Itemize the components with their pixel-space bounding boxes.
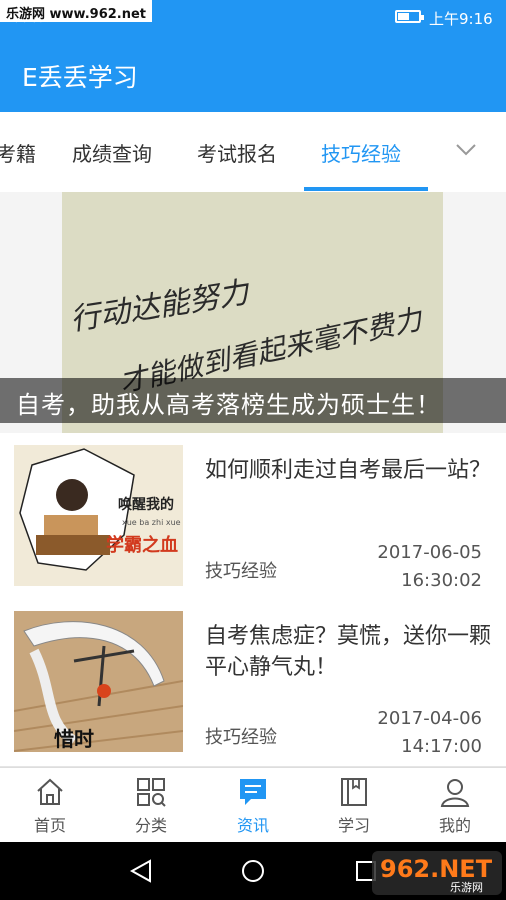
back-icon[interactable] bbox=[128, 858, 154, 884]
bottom-navigation: 首页 分类 资讯 学习 我的 bbox=[0, 767, 506, 842]
thumb-text-wake: 唤醒我的 bbox=[118, 496, 174, 513]
nav-profile[interactable]: 我的 bbox=[405, 768, 505, 843]
nav-news[interactable]: 资讯 bbox=[203, 768, 303, 843]
thumb-text-xueba: 学霸之血 bbox=[106, 534, 178, 556]
logo-subtext: 乐游网 bbox=[450, 881, 483, 894]
book-icon bbox=[341, 778, 367, 806]
nav-category[interactable]: 分类 bbox=[101, 768, 201, 843]
nav-label: 学习 bbox=[337, 816, 370, 835]
chevron-down-icon[interactable] bbox=[454, 140, 478, 160]
profile-icon bbox=[440, 779, 470, 807]
news-title: 自考焦虑症？莫慌，送你一颗平心静气丸！ bbox=[205, 624, 492, 680]
banner-caption-bar: 自考，助我从高考落榜生成为硕士生！ bbox=[0, 378, 506, 423]
news-item[interactable]: 惜时 自考焦虑症？莫慌，送你一颗平心静气丸！ 技巧经验 2017-04-06 1… bbox=[0, 599, 506, 767]
news-category: 技巧经验 bbox=[205, 561, 277, 582]
nav-label: 资讯 bbox=[236, 816, 269, 835]
tab-tips-experience[interactable]: 技巧经验 bbox=[321, 138, 401, 167]
logo-text: 962.NET bbox=[380, 855, 493, 883]
home-icon bbox=[37, 778, 63, 805]
nav-label: 首页 bbox=[33, 816, 66, 835]
news-thumbnail: 唤醒我的 xue ba zhi xue 学霸之血 bbox=[14, 445, 183, 586]
app-bar: E丢丢学习 bbox=[0, 34, 506, 112]
news-category: 技巧经验 bbox=[205, 727, 277, 748]
site-logo-watermark: 962.NET 乐游网 bbox=[372, 851, 502, 895]
news-date: 2017-04-06 bbox=[377, 708, 482, 729]
status-time: 上午9:16 bbox=[429, 10, 493, 28]
app-title: E丢丢学习 bbox=[22, 63, 138, 92]
banner-caption: 自考，助我从高考落榜生成为硕士生！ bbox=[16, 391, 441, 419]
nav-study[interactable]: 学习 bbox=[304, 768, 404, 843]
tab-score-query[interactable]: 成绩查询 bbox=[72, 138, 152, 167]
news-icon bbox=[240, 779, 266, 805]
news-time: 16:30:02 bbox=[401, 570, 482, 591]
nav-label: 我的 bbox=[438, 816, 471, 835]
battery-icon bbox=[395, 10, 424, 23]
active-tab-indicator bbox=[304, 187, 428, 191]
nav-home[interactable]: 首页 bbox=[0, 768, 100, 843]
status-bar: 中国联通 乐游网 www.962.net 上午9:16 bbox=[0, 0, 506, 34]
news-timestamp: 2017-06-05 16:30:02 bbox=[377, 539, 482, 595]
news-date: 2017-06-05 bbox=[377, 542, 482, 563]
news-item[interactable]: 唤醒我的 xue ba zhi xue 学霸之血 如何顺利走过自考最后一站？ 技… bbox=[0, 433, 506, 601]
category-icon bbox=[137, 778, 166, 807]
news-title: 如何顺利走过自考最后一站？ bbox=[205, 458, 492, 483]
thumb-text-pinyin: xue ba zhi xue bbox=[122, 518, 181, 527]
thumb-text-cherish: 惜时 bbox=[54, 727, 94, 751]
news-thumbnail: 惜时 bbox=[14, 611, 183, 752]
category-tabs: 考籍 成绩查询 考试报名 技巧经验 bbox=[0, 112, 506, 192]
banner-carousel[interactable]: 行动达能努力 才能做到看起来毫不费力 自考，助我从高考落榜生成为硕士生！ bbox=[0, 192, 506, 433]
news-time: 14:17:00 bbox=[401, 736, 482, 757]
home-circle-icon[interactable] bbox=[240, 858, 266, 884]
nav-label: 分类 bbox=[134, 816, 167, 835]
tab-exam-registration[interactable]: 考试报名 bbox=[197, 138, 277, 167]
tab-kaoji[interactable]: 考籍 bbox=[0, 138, 36, 167]
news-timestamp: 2017-04-06 14:17:00 bbox=[377, 705, 482, 761]
site-watermark: 乐游网 www.962.net bbox=[0, 0, 153, 22]
